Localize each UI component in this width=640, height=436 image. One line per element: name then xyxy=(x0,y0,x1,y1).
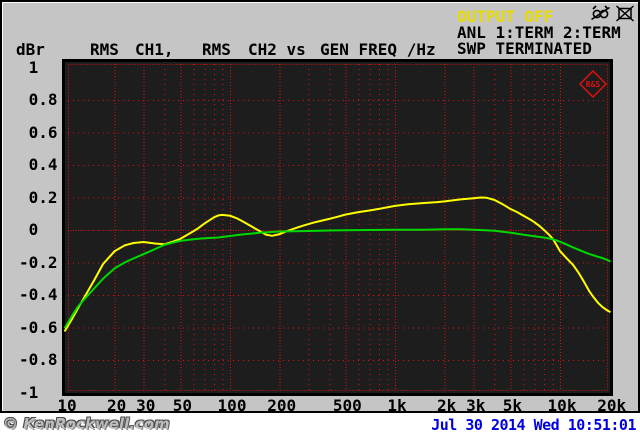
display-off-icon xyxy=(616,5,634,22)
y-tick-label: 1 xyxy=(19,57,39,77)
y-tick-label: -0.6 xyxy=(19,317,58,337)
y-axis-unit-label: dBr xyxy=(16,40,45,59)
trace-header-segment: CH2 vs xyxy=(248,40,306,59)
trace-header-segment: CH1, xyxy=(135,40,174,59)
trace-header-segment: RMS xyxy=(90,40,119,59)
instrument-screen: OUTPUT OFF ANL 1:TERM 2:TERM SWP TERMINA… xyxy=(0,0,640,415)
y-tick-label: -0.4 xyxy=(19,285,58,304)
x-tick-label: 500 xyxy=(332,396,362,415)
frequency-response-plot: R&S xyxy=(62,59,613,396)
watermark-text: © KenRockwell.com xyxy=(3,415,170,433)
trace-header-segment: RMS xyxy=(202,40,231,59)
y-tick-label: -0.2 xyxy=(19,252,58,272)
status-icon-group xyxy=(590,5,635,22)
y-tick-label: -1 xyxy=(19,382,39,402)
monitor-speaker-off-icon xyxy=(591,5,610,21)
x-tick-label: 50 xyxy=(172,396,192,415)
x-tick-label: 1k xyxy=(387,396,407,415)
x-tick-label: 10k xyxy=(547,396,577,415)
sweep-status-text: SWP TERMINATED xyxy=(457,39,592,58)
datetime-text: Jul 30 2014 Wed 10:51:01 xyxy=(431,416,636,434)
y-tick-label: 0.2 xyxy=(19,187,58,207)
x-tick-label: 10 xyxy=(57,396,77,415)
x-tick-label: 5k xyxy=(502,396,522,415)
x-tick-label: 20k xyxy=(597,396,627,415)
y-tick-label: -0.8 xyxy=(19,350,58,369)
y-tick-label: 0.4 xyxy=(19,155,58,174)
x-tick-label: 100 xyxy=(217,396,247,415)
x-tick-label: 200 xyxy=(267,396,297,415)
svg-text:R&S: R&S xyxy=(586,80,601,89)
trace-header-segment: GEN FREQ /Hz xyxy=(320,40,436,59)
y-tick-label: 0 xyxy=(19,220,39,239)
y-tick-label: 0.6 xyxy=(19,122,58,142)
y-tick-label: 0.8 xyxy=(19,90,58,109)
analyzer-screenshot: OUTPUT OFF ANL 1:TERM 2:TERM SWP TERMINA… xyxy=(0,0,640,436)
